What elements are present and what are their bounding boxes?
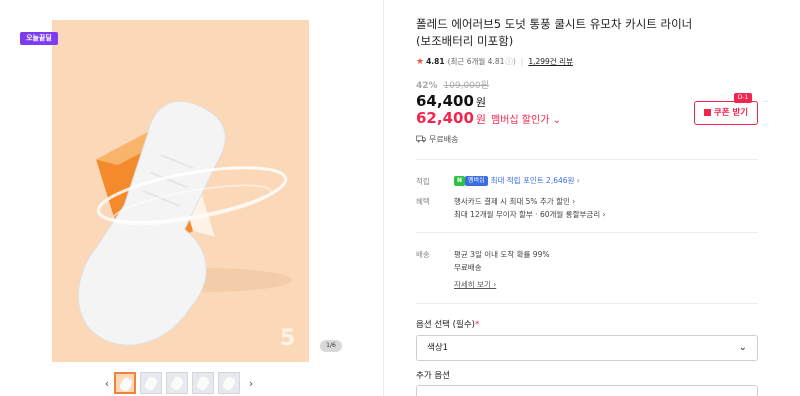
- sale-price: 64,400 원: [416, 92, 486, 110]
- prev-arrow-icon[interactable]: ‹: [100, 377, 114, 390]
- delivery-label: 배송: [416, 250, 430, 259]
- thumbnail-strip: ‹ ›: [100, 371, 258, 395]
- divider: [416, 303, 758, 304]
- page-indicator: 1/6: [320, 340, 342, 352]
- separator: |: [520, 57, 524, 66]
- point-label: 적립: [416, 177, 430, 186]
- benefit-card-discount[interactable]: 행사카드 결제 시 최대 5% 추가 할인 ›: [454, 196, 575, 207]
- point-row[interactable]: N 멤버십 최대 적립 포인트 2,646원 ›: [454, 175, 580, 186]
- member-price-label[interactable]: 멤버십 할인가 ⌄: [491, 111, 561, 126]
- rating-row: ★ 4.81 (최근 6개월 4.81 ⓘ) | 1,299건 리뷰: [416, 56, 573, 67]
- divider: [416, 159, 758, 160]
- original-price: 109,000원: [443, 81, 489, 91]
- member-price: 62,400 원 멤버십 할인가 ⌄: [416, 109, 561, 127]
- title-line-2: (보조배터리 미포함): [416, 34, 514, 48]
- original-price-row: 42% 109,000원: [416, 78, 489, 91]
- product-gallery: 오늘끝딜 5 1/6 ‹ ›: [0, 0, 384, 396]
- review-link[interactable]: 1,299건 리뷰: [528, 56, 573, 67]
- coupon-area: D-1 쿠폰 받기: [694, 93, 758, 125]
- delivery-free: 무료배송: [454, 263, 482, 272]
- thumbnail-3[interactable]: [166, 372, 188, 394]
- price-unit: 원: [475, 96, 487, 109]
- member-price-unit: 원: [475, 113, 487, 126]
- npay-badge: N: [454, 176, 466, 186]
- divider: [416, 232, 758, 233]
- discount-rate: 42%: [416, 81, 438, 91]
- additional-option-select[interactable]: [416, 385, 758, 396]
- thumbnail-2[interactable]: [140, 372, 162, 394]
- coupon-icon: [703, 109, 711, 116]
- option-select-label: 옵션 선택 (필수)*: [416, 318, 479, 330]
- option-selected-value: 색상1: [427, 343, 449, 353]
- hero-number: 5: [280, 326, 295, 351]
- benefit-label: 혜택: [416, 197, 430, 206]
- thumbnail-4[interactable]: [192, 372, 214, 394]
- product-hero-image[interactable]: 5: [52, 20, 309, 362]
- product-info: 폴레드 에어러브5 도넛 통풍 쿨시트 유모차 카시트 라이너 (보조배터리 미…: [416, 0, 758, 396]
- today-deal-badge: 오늘끝딜: [20, 32, 58, 45]
- membership-badge: 멤버십: [465, 176, 488, 186]
- star-icon: ★: [416, 56, 425, 67]
- required-mark: *: [474, 320, 480, 330]
- info-icon[interactable]: ⓘ): [505, 56, 515, 67]
- delivery-eta: 평균 3일 이내 도착 확률 99%: [454, 250, 550, 259]
- rating-value: 4.81: [426, 57, 445, 66]
- next-arrow-icon[interactable]: ›: [244, 377, 258, 390]
- delivery-detail-link[interactable]: 자세히 보기 ›: [454, 279, 496, 290]
- option-select[interactable]: 색상1 ⌄: [416, 335, 758, 361]
- member-price-value: 62,400: [416, 109, 474, 127]
- thumbnail-5[interactable]: [218, 372, 240, 394]
- chevron-down-icon: ⌄: [738, 342, 747, 353]
- shipping-row: 무료배송: [416, 134, 458, 145]
- point-link[interactable]: 최대 적립 포인트 2,646원 ›: [491, 176, 580, 185]
- benefit-installment[interactable]: 최대 12개월 무이자 할부 · 60개월 롱할부금리 ›: [454, 209, 606, 220]
- coupon-button[interactable]: 쿠폰 받기: [694, 101, 758, 125]
- price-value: 64,400: [416, 92, 474, 110]
- product-title: 폴레드 에어러브5 도넛 통풍 쿨시트 유모차 카시트 라이너 (보조배터리 미…: [416, 16, 758, 50]
- free-shipping-text: 무료배송: [429, 135, 459, 144]
- column-divider: [383, 0, 384, 396]
- option-select-label-text: 옵션 선택 (필수): [416, 320, 475, 330]
- product-illustration: 5: [52, 20, 309, 362]
- coupon-deadline-tag: D-1: [734, 93, 752, 103]
- title-line-1: 폴레드 에어러브5 도넛 통풍 쿨시트 유모차 카시트 라이너: [416, 17, 693, 31]
- rating-note: (최근 6개월 4.81: [447, 57, 505, 66]
- additional-option-label: 추가 옵션: [416, 371, 450, 381]
- coupon-button-label: 쿠폰 받기: [713, 108, 749, 118]
- truck-icon: [416, 135, 426, 145]
- thumbnail-1[interactable]: [114, 372, 136, 394]
